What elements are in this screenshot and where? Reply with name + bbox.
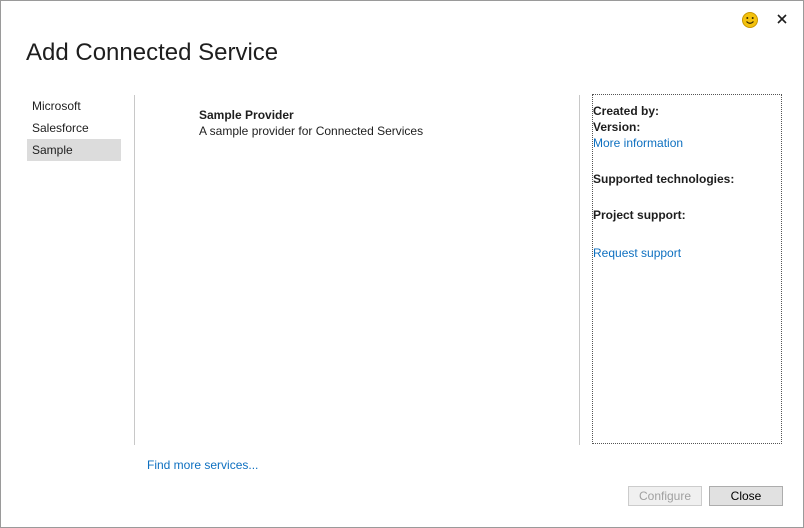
created-by-label: Created by: [593, 104, 660, 118]
configure-button[interactable]: Configure [628, 486, 702, 506]
right-divider [579, 95, 580, 445]
find-more-services-link[interactable]: Find more services... [147, 457, 258, 473]
category-item-sample[interactable]: Sample [27, 139, 121, 161]
left-divider [134, 95, 135, 445]
category-item-salesforce[interactable]: Salesforce [27, 117, 121, 139]
close-button[interactable]: Close [709, 486, 783, 506]
supported-technologies-label: Supported technologies: [593, 172, 735, 186]
smiley-icon[interactable] [741, 11, 759, 29]
version-label: Version: [593, 120, 641, 134]
category-item-microsoft[interactable]: Microsoft [27, 95, 121, 117]
request-support-link[interactable]: Request support [593, 245, 681, 261]
provider-name: Sample Provider [199, 108, 294, 122]
provider-description: A sample provider for Connected Services [199, 124, 424, 138]
provider-details-panel: Created by: Version: More information Su… [592, 94, 782, 444]
close-icon[interactable] [773, 10, 791, 28]
more-information-link[interactable]: More information [593, 135, 683, 151]
add-connected-service-dialog: Add Connected Service Microsoft Salesfor… [0, 0, 804, 528]
category-list: Microsoft Salesforce Sample [27, 95, 121, 161]
dialog-title: Add Connected Service [26, 39, 279, 66]
project-support-label: Project support: [593, 208, 686, 222]
provider-item-sample[interactable]: Sample Provider A sample provider for Co… [199, 107, 423, 139]
